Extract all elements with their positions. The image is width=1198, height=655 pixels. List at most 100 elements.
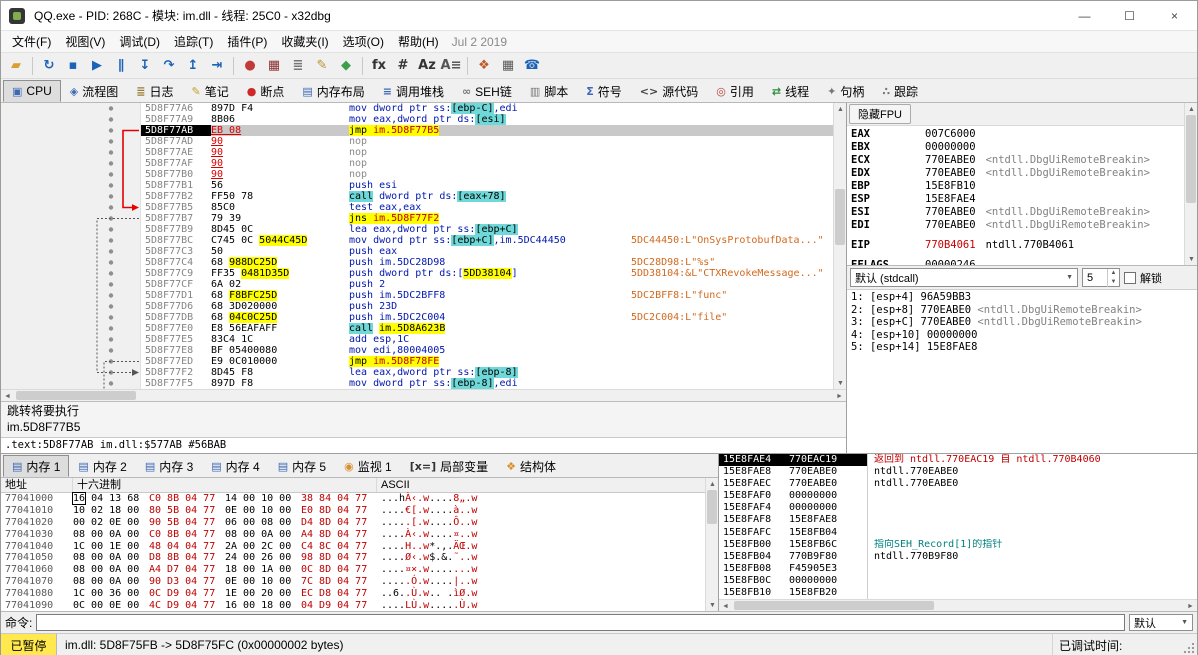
menu-item-选项O[interactable]: 选项(O) — [336, 31, 391, 52]
tab-trace[interactable]: ∴ 跟踪 — [873, 80, 927, 102]
memory-row[interactable]: 77041090 0C 00 0E 00 4C D9 04 77 16 00 18 0… — [1, 600, 705, 611]
register-row[interactable]: ESP 15E8FAE4 — [851, 193, 1184, 206]
scroll-up-icon[interactable]: ▲ — [706, 478, 718, 490]
pause-button[interactable]: ∥ — [109, 55, 133, 77]
disasm-row[interactable]: 5D8F77CF 6A 02 push 2 — [141, 279, 833, 290]
tab-dump-4[interactable]: ▤ 内存 4 — [202, 455, 268, 477]
hash-button[interactable]: # — [391, 55, 415, 77]
stack-row[interactable]: 15E8FAE4 770EAC19 返回到 ntdll.770EAC19 自 ntd… — [719, 454, 1197, 467]
stack-row[interactable]: 15E8FB10 15E8FB20 — [719, 587, 1197, 599]
tab-threads[interactable]: ⇄ 线程 — [763, 80, 818, 102]
menu-item-帮助H[interactable]: 帮助(H) — [391, 31, 446, 52]
disasm-row[interactable]: 5D8F77B7 79 39 jns im.5D8F77F2 — [141, 213, 833, 224]
disasm-row[interactable]: 5D8F77AF 90 nop — [141, 158, 833, 169]
disasm-row[interactable]: 5D8F77AD 90 nop — [141, 136, 833, 147]
stack-row[interactable]: 15E8FAFC 15E8FB04 — [719, 526, 1197, 539]
tab-dump-5[interactable]: ▤ 内存 5 — [269, 455, 335, 477]
tab-memory-map[interactable]: ▤ 内存布局 — [293, 80, 373, 102]
disasm-row[interactable]: 5D8F77C4 68 988DC25D push im.5DC28D98 5DC28… — [141, 257, 833, 268]
preferences-button[interactable]: A≡ — [439, 55, 463, 77]
tab-graph[interactable]: ◈ 流程图 — [61, 80, 127, 102]
disasm-row[interactable]: 5D8F77E0 E8 56EAFAFF call im.5D8A623B — [141, 323, 833, 334]
tab-dump-3[interactable]: ▤ 内存 3 — [136, 455, 202, 477]
register-row[interactable]: EDX 770EABE0 <ntdll.DbgUiRemoteBreakin> — [851, 167, 1184, 180]
register-row[interactable]: ESI 770EABE0 <ntdll.DbgUiRemoteBreakin> — [851, 206, 1184, 219]
register-row[interactable]: EDI 770EABE0 <ntdll.DbgUiRemoteBreakin> — [851, 219, 1184, 232]
scroll-thumb[interactable] — [835, 189, 845, 245]
disasm-row[interactable]: 5D8F77B0 90 nop — [141, 169, 833, 180]
memory-row[interactable]: 77041050 08 00 0A 00 D8 8B 04 77 24 00 26 0… — [1, 552, 705, 564]
memory-row[interactable]: 77041020 00 02 0E 00 90 5B 04 77 06 00 08 0… — [1, 517, 705, 529]
disasm-horizontal-scrollbar[interactable]: ◄ ► — [1, 389, 846, 402]
register-row[interactable]: EAX 007C6000 — [851, 128, 1184, 141]
step-over-button[interactable]: ↷ — [157, 55, 181, 77]
disasm-row[interactable]: 5D8F77B1 56 push esi — [141, 180, 833, 191]
calculator-button[interactable]: ▦ — [496, 55, 520, 77]
tab-log[interactable]: ≣ 日志 — [127, 80, 182, 102]
stack-row[interactable]: 15E8FAF0 00000000 — [719, 490, 1197, 503]
memory-row[interactable]: 77041060 08 00 0A 00 A4 D7 04 77 18 00 1A 0… — [1, 564, 705, 576]
menu-item-收藏夹I[interactable]: 收藏夹(I) — [274, 31, 335, 52]
spin-up-icon[interactable]: ▲ — [1108, 269, 1119, 278]
stack-row[interactable]: 15E8FAEC 770EABE0 ntdll.770EABE0 — [719, 478, 1197, 491]
notes-button[interactable]: ✎ — [310, 55, 334, 77]
close-button[interactable]: × — [1152, 1, 1197, 30]
tab-dump-1[interactable]: ▤ 内存 1 — [3, 455, 70, 477]
command-profile-select[interactable]: 默认 ▼ — [1129, 614, 1193, 631]
menu-item-调试D[interactable]: 调试(D) — [112, 31, 167, 52]
unlock-checkbox[interactable] — [1124, 271, 1136, 284]
menu-item-插件P[interactable]: 插件(P) — [220, 31, 274, 52]
disasm-row[interactable]: 5D8F77D1 68 F8BFC25D push im.5DC2BFF8 5DC2B… — [141, 290, 833, 301]
memory-row[interactable]: 77041030 08 00 0A 00 C0 8B 04 77 08 00 0A 0… — [1, 529, 705, 541]
disasm-row[interactable]: 5D8F77C9 FF35 0481D35D push dword ptr ds:[… — [141, 268, 833, 279]
command-input[interactable] — [36, 614, 1125, 631]
strings-button[interactable]: Az — [415, 55, 439, 77]
hide-fpu-button[interactable]: 隐藏FPU — [849, 104, 911, 124]
stack-horizontal-scrollbar[interactable]: ◄ ► — [719, 599, 1197, 611]
disasm-row[interactable]: 5D8F77A9 8B06 mov eax,dword ptr ds:[esi] — [141, 114, 833, 125]
memory-row[interactable]: 77041080 1C 00 36 00 0C D9 04 77 1E 00 20 0… — [1, 588, 705, 600]
memory-row[interactable]: 77041040 1C 00 1E 00 48 04 04 77 2A 00 2C 0… — [1, 541, 705, 553]
disasm-row[interactable]: 5D8F77B9 8D45 0C lea eax,dword ptr ss:[ebp… — [141, 224, 833, 235]
argument-row[interactable]: 4: [esp+10] 00000000 — [851, 329, 1197, 342]
argument-row[interactable]: 1: [esp+4] 96A59BB3 — [851, 291, 1197, 304]
scroll-thumb[interactable] — [1186, 115, 1196, 203]
stop-button[interactable]: ▪ — [61, 55, 85, 77]
disasm-row[interactable]: 5D8F77BC C745 0C 5044C45D mov dword ptr ss… — [141, 235, 833, 246]
breakpoints-button[interactable]: ● — [238, 55, 262, 77]
disasm-row[interactable]: 5D8F77AE 90 nop — [141, 147, 833, 158]
tab-references[interactable]: ◎ 引用 — [707, 80, 763, 102]
tab-locals[interactable]: [x=] 局部变量 — [401, 455, 497, 477]
stack-row[interactable]: 15E8FB04 770B9F80 ntdll.770B9F80 — [719, 550, 1197, 563]
disasm-row[interactable]: 5D8F77D6 68 3D020000 push 23D — [141, 301, 833, 312]
scroll-down-icon[interactable]: ▼ — [834, 377, 846, 389]
disasm-row[interactable]: 5D8F77ED E9 0C010000 jmp im.5D8F78FE — [141, 356, 833, 367]
calling-convention-select[interactable]: 默认 (stdcall) ▼ — [850, 268, 1078, 287]
tab-breakpoints[interactable]: ● 断点 — [238, 80, 294, 102]
scroll-down-icon[interactable]: ▼ — [1185, 253, 1197, 265]
register-row[interactable]: EBX 00000000 — [851, 141, 1184, 154]
stack-row[interactable]: 15E8FB00 15E8FB6C 指向SEH_Record[1]的指针 — [719, 538, 1197, 551]
run-button[interactable]: ▶ — [85, 55, 109, 77]
register-row[interactable]: EIP 770B4061 ntdll.770B4061 — [851, 239, 1184, 252]
memory-row[interactable]: 77041070 08 00 0A 00 90 D3 04 77 0E 00 10 0… — [1, 576, 705, 588]
tab-handles[interactable]: ✦ 句柄 — [818, 80, 873, 102]
memory-row[interactable]: 77041000 16 04 13 68 C0 8B 04 77 14 00 10 0… — [1, 492, 705, 505]
tab-notes[interactable]: ✎ 笔记 — [182, 80, 237, 102]
scroll-up-icon[interactable]: ▲ — [1185, 103, 1197, 115]
resize-grip[interactable] — [1183, 634, 1197, 655]
scroll-up-icon[interactable]: ▲ — [834, 103, 846, 115]
disasm-row[interactable]: 5D8F77F5 897D F8 mov dword ptr ss:[ebp-8],… — [141, 378, 833, 389]
tab-call-stack[interactable]: ≡ 调用堆栈 — [374, 80, 453, 102]
stack-row[interactable]: 15E8FAF8 15E8FAE8 — [719, 514, 1197, 527]
disasm-row[interactable]: 5D8F77B5 85C0 test eax,eax — [141, 202, 833, 213]
scroll-thumb[interactable] — [707, 490, 717, 524]
argument-count-stepper[interactable]: 5 ▲ ▼ — [1082, 268, 1120, 287]
disasm-row[interactable]: 5D8F77B2 FF50 78 call dword ptr ds:[eax+78… — [141, 191, 833, 202]
scroll-thumb[interactable] — [734, 601, 934, 610]
tab-seh[interactable]: ∞ SEH链 — [453, 80, 521, 102]
maximize-button[interactable]: ☐ — [1107, 1, 1152, 30]
scroll-down-icon[interactable]: ▼ — [706, 599, 718, 611]
spin-down-icon[interactable]: ▼ — [1108, 278, 1119, 287]
scroll-thumb[interactable] — [16, 391, 136, 400]
